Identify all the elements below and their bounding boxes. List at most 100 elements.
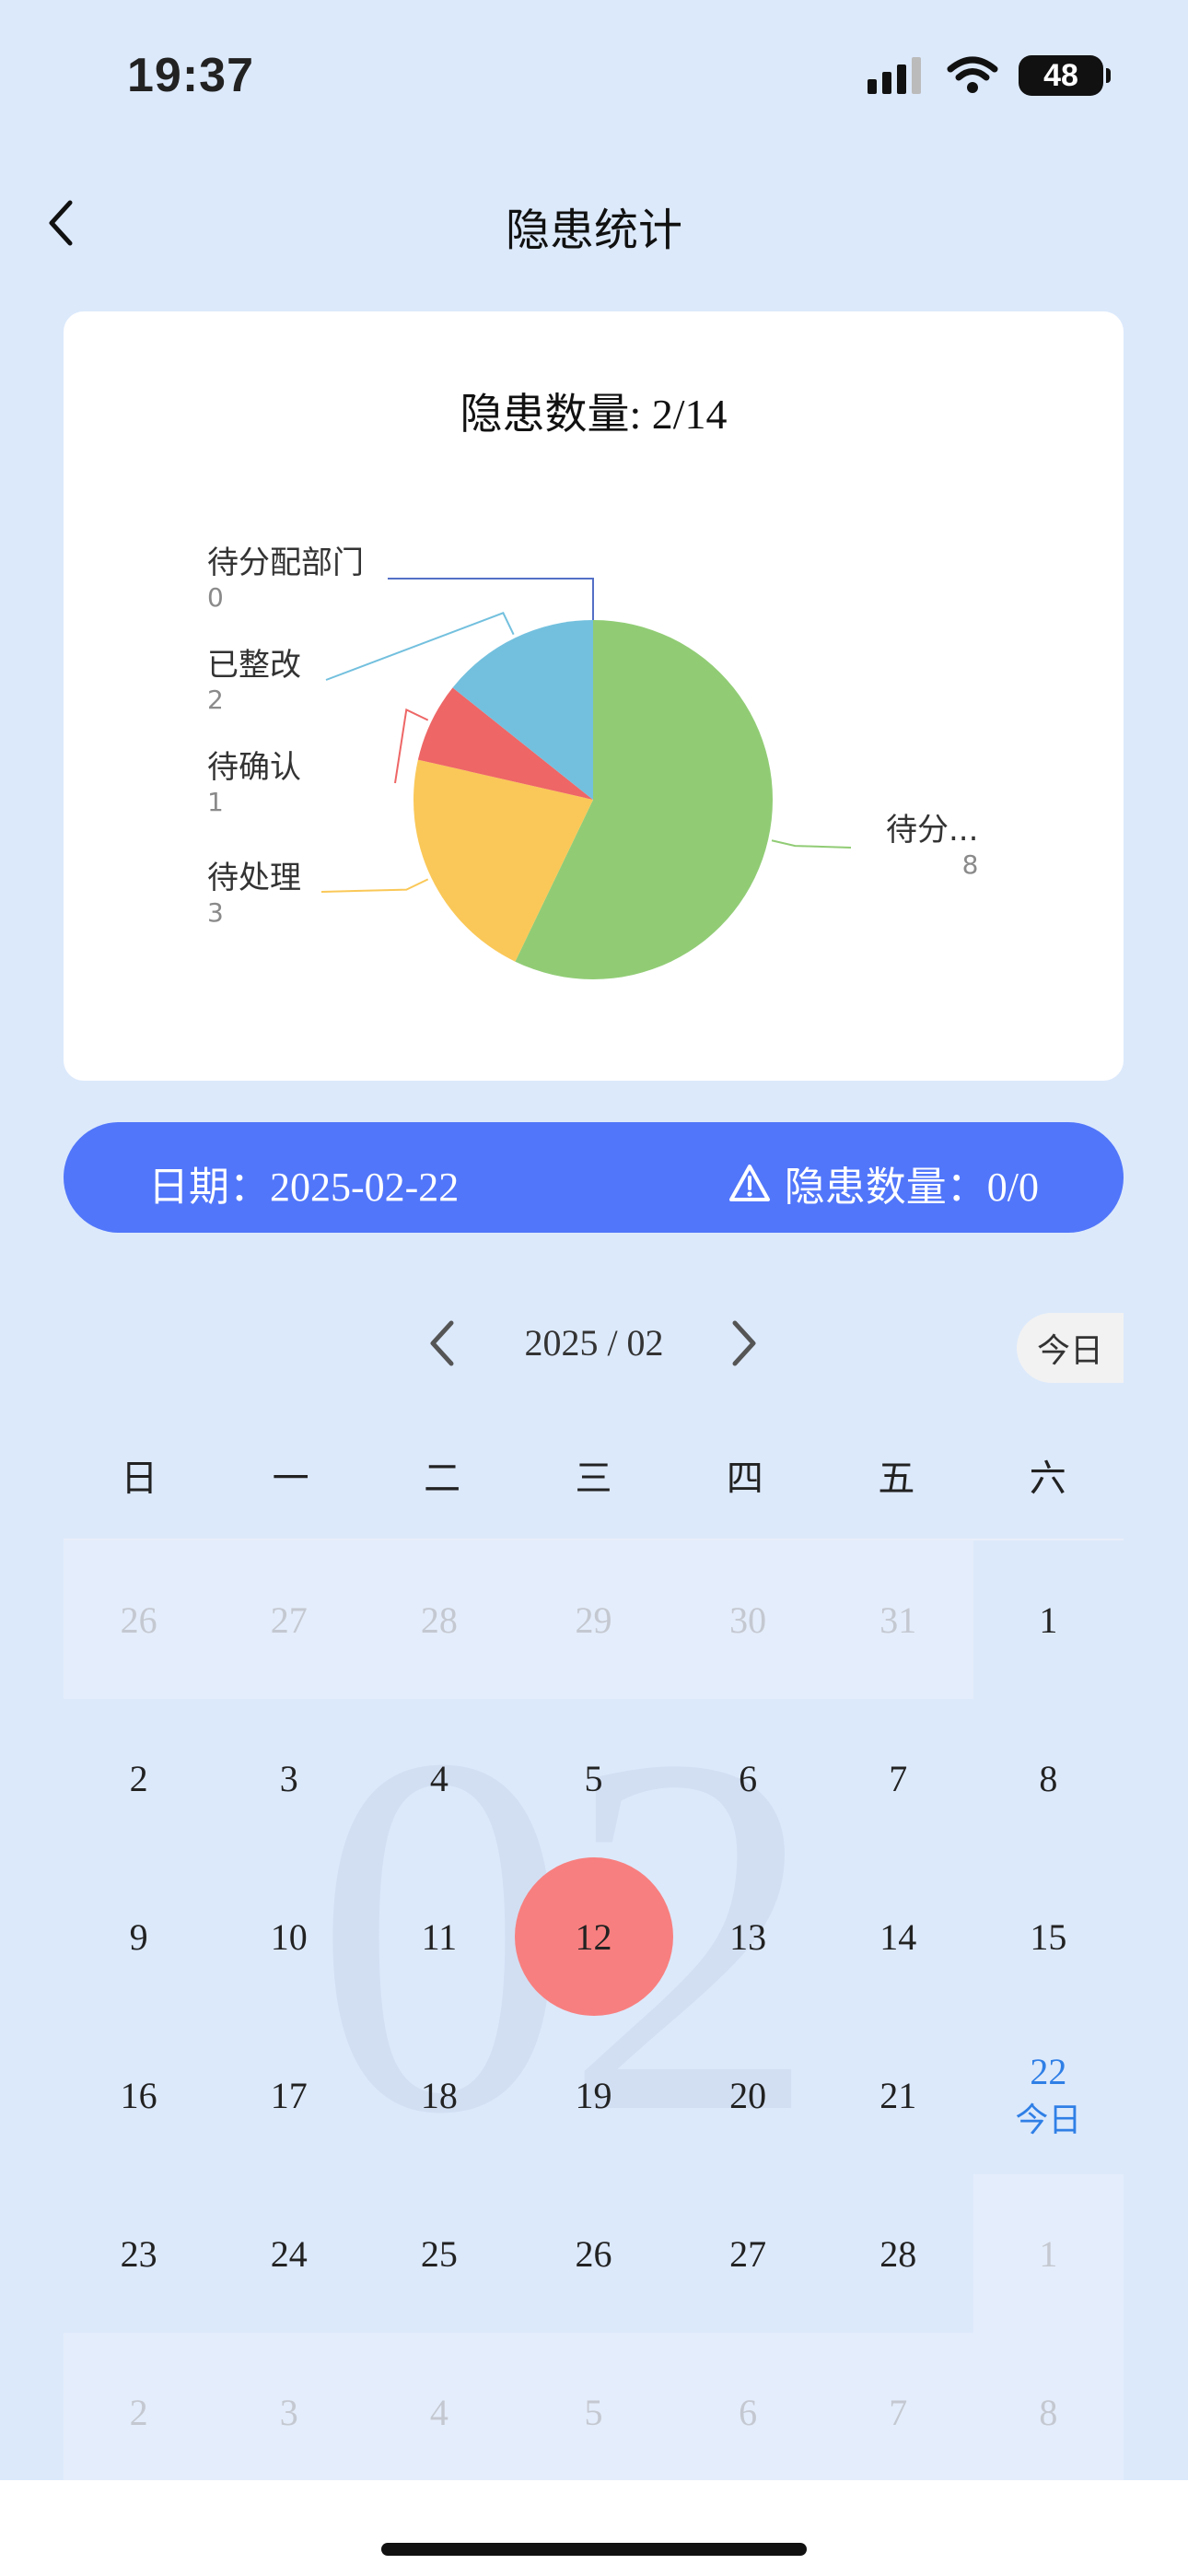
- calendar-day[interactable]: 20: [673, 2016, 823, 2174]
- calendar-day[interactable]: 1: [973, 1540, 1124, 1699]
- day-number: 14: [879, 1915, 917, 1958]
- selected-date: 日期：2025-02-22: [148, 1165, 460, 1210]
- day-number: 6: [739, 1757, 758, 1799]
- calendar-day[interactable]: 6: [672, 2333, 823, 2491]
- chevron-right-icon: [732, 1320, 756, 1366]
- day-number: 20: [729, 2074, 767, 2116]
- calendar-day[interactable]: 3: [214, 2333, 365, 2491]
- weekday-tue: 二: [424, 1458, 461, 1500]
- battery-icon: 48: [1019, 55, 1111, 96]
- wifi-icon: [947, 56, 998, 93]
- calendar-day[interactable]: 25: [364, 2174, 514, 2333]
- calendar-day[interactable]: 5: [514, 2333, 673, 2491]
- summary-card: 隐患数量: 2/14 待分配部门 0 已整改 2 待确认 1 待处理 3 待分.…: [64, 311, 1124, 1081]
- day-number: 5: [584, 1757, 603, 1799]
- calendar-day[interactable]: 26: [515, 2174, 673, 2333]
- status-icons: 48: [868, 55, 1111, 96]
- pie-label-to-assign: 待分... 8: [886, 804, 978, 880]
- pie-label-value: 8: [961, 849, 979, 880]
- pie-leader-line: [771, 839, 852, 849]
- calendar-day[interactable]: 14: [823, 1857, 973, 2016]
- calendar-day[interactable]: 30: [672, 1540, 823, 1699]
- day-number: 6: [739, 2391, 758, 2433]
- home-indicator-area: [0, 2480, 1188, 2576]
- calendar-day[interactable]: 31: [822, 1540, 973, 1699]
- day-number: 7: [889, 1757, 908, 1799]
- day-number: 10: [270, 1915, 308, 1958]
- day-number: 30: [729, 1598, 767, 1641]
- calendar-day[interactable]: 6: [673, 1699, 823, 1857]
- month-label: 2025 / 02: [524, 1322, 664, 1364]
- day-number: 27: [270, 1598, 308, 1641]
- calendar-day[interactable]: 5: [515, 1699, 673, 1857]
- day-number: 19: [575, 2074, 612, 2116]
- home-indicator[interactable]: [381, 2543, 807, 2556]
- calendar-day[interactable]: 27: [214, 1540, 365, 1699]
- calendar-day[interactable]: 18: [364, 2016, 514, 2174]
- weekday-wed: 三: [575, 1458, 612, 1500]
- day-number: 13: [729, 1915, 767, 1958]
- pie-label-to-process: 待处理 3: [207, 852, 301, 928]
- day-number: 8: [1039, 1757, 1058, 1799]
- calendar-day[interactable]: 27: [673, 2174, 823, 2333]
- weekday-sun: 日: [121, 1458, 158, 1500]
- calendar-day[interactable]: 7: [822, 2333, 973, 2491]
- weekday-fri: 五: [878, 1458, 915, 1500]
- calendar-day[interactable]: 8: [973, 1699, 1124, 1857]
- day-number: 16: [120, 2074, 157, 2116]
- calendar-day-selected[interactable]: 12: [514, 1857, 673, 2016]
- pie-label-pending-dept: 待分配部门 0: [207, 537, 364, 613]
- calendar-day[interactable]: 7: [823, 1699, 973, 1857]
- calendar-day[interactable]: 24: [214, 2174, 364, 2333]
- day-number: 31: [879, 1598, 917, 1641]
- day-number: 11: [421, 1915, 458, 1958]
- calendar-day[interactable]: 21: [823, 2016, 973, 2174]
- day-number: 2: [129, 2391, 148, 2433]
- calendar-day[interactable]: 2: [64, 1699, 214, 1857]
- calendar-day[interactable]: 15: [973, 1857, 1124, 2016]
- day-number: 15: [1030, 1915, 1067, 1958]
- weekday-header: 日 一 二 三 四 五 六: [64, 1446, 1124, 1540]
- pie-label-value: 1: [207, 787, 224, 817]
- calendar-grid: 26 27 28 29 30 31 1 2 3 4 5 6 7 8 9 10 11 12 13 14 15 16 17 18 1…: [64, 1540, 1124, 2491]
- day-number: 24: [270, 2232, 308, 2275]
- calendar-day[interactable]: 28: [364, 1540, 515, 1699]
- calendar-day[interactable]: 4: [364, 1699, 514, 1857]
- day-number: 27: [729, 2232, 767, 2275]
- calendar-day[interactable]: 11: [364, 1857, 514, 2016]
- day-number: 18: [420, 2074, 458, 2116]
- calendar-day[interactable]: 1: [973, 2174, 1124, 2333]
- calendar-day[interactable]: 10: [214, 1857, 364, 2016]
- calendar-day[interactable]: 4: [364, 2333, 515, 2491]
- calendar-day[interactable]: 16: [64, 2016, 214, 2174]
- day-number: 1: [1039, 1598, 1058, 1641]
- day-number: 21: [879, 2074, 917, 2116]
- calendar-day[interactable]: 28: [823, 2174, 973, 2333]
- calendar-day[interactable]: 26: [64, 1540, 215, 1699]
- day-number: 22: [1030, 2050, 1067, 2092]
- calendar-day[interactable]: 23: [64, 2174, 214, 2333]
- calendar-day[interactable]: 19: [515, 2016, 673, 2174]
- day-number: 28: [879, 2232, 917, 2275]
- day-number: 3: [279, 2391, 298, 2433]
- calendar-day[interactable]: 3: [214, 1699, 364, 1857]
- weekday-thu: 四: [726, 1458, 763, 1500]
- day-number: 4: [429, 2391, 448, 2433]
- weekday-sat: 六: [1029, 1458, 1066, 1500]
- pie-label-text: 待处理: [207, 860, 301, 896]
- pie-label-value: 0: [207, 582, 224, 613]
- calendar-day[interactable]: 9: [64, 1857, 214, 2016]
- calendar-day[interactable]: 13: [673, 1857, 823, 2016]
- day-number: 28: [420, 1598, 458, 1641]
- calendar-day[interactable]: 8: [973, 2333, 1124, 2491]
- warning-icon: [728, 1165, 770, 1201]
- calendar-day[interactable]: 17: [214, 2016, 364, 2174]
- calendar-day[interactable]: 29: [514, 1540, 673, 1699]
- pie-label-text: 已整改: [207, 647, 301, 684]
- pie-label-text: 待确认: [207, 749, 301, 786]
- calendar-day[interactable]: 2: [64, 2333, 215, 2491]
- calendar-day-today[interactable]: 22 今日: [973, 2016, 1124, 2174]
- next-month-button[interactable]: [720, 1316, 766, 1371]
- today-button[interactable]: 今日: [1017, 1313, 1124, 1383]
- pie-label-value: 2: [207, 685, 224, 715]
